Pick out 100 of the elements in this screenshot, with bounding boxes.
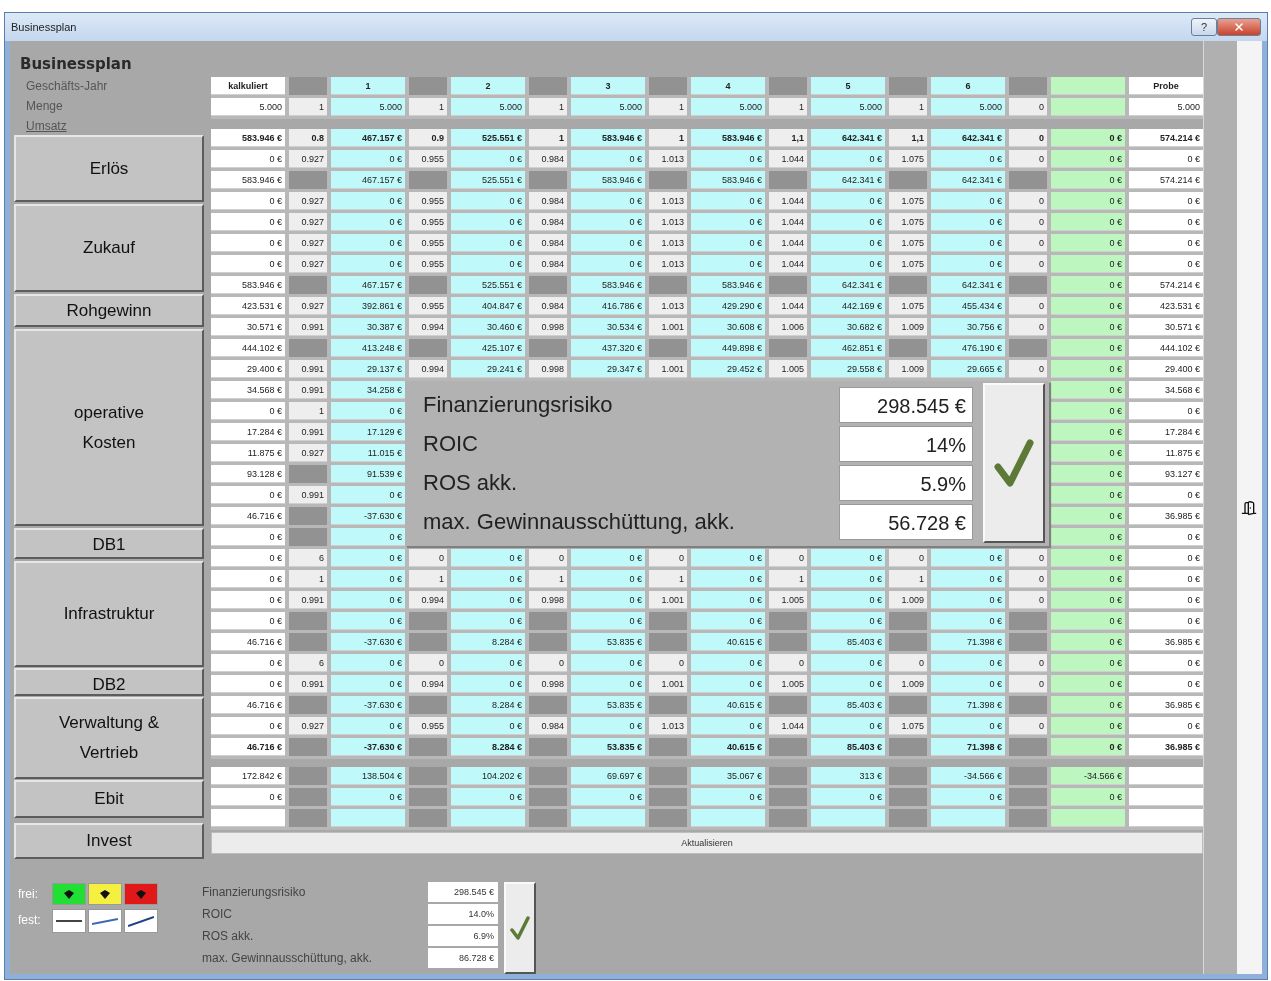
section-button[interactable]: Infrastruktur — [14, 561, 204, 667]
confirm-button[interactable] — [504, 882, 536, 974]
empty-cell — [769, 276, 807, 294]
section-button[interactable]: operative Kosten — [14, 329, 204, 526]
value-cell: 392.861 € — [331, 297, 405, 315]
color-button[interactable] — [52, 883, 86, 905]
value-cell: 0 € — [1051, 570, 1125, 588]
value-cell: 525.551 € — [451, 129, 525, 147]
empty-cell — [1009, 339, 1047, 357]
value-cell: 1 — [889, 98, 927, 116]
empty-cell — [889, 788, 927, 806]
value-cell: 423.531 € — [1129, 297, 1203, 315]
value-cell: 0 € — [691, 788, 765, 806]
value-cell: 413.248 € — [331, 339, 405, 357]
value-cell: 53.835 € — [571, 696, 645, 714]
door-icon[interactable] — [1241, 499, 1258, 516]
section-button[interactable]: Rohgewinn — [14, 294, 204, 327]
value-cell: 642.341 € — [931, 129, 1005, 147]
value-cell: 0 € — [811, 234, 885, 252]
metric-label: ROIC — [202, 906, 233, 923]
value-cell: 30.682 € — [811, 318, 885, 336]
value-cell: 0 — [649, 654, 687, 672]
flat-line-icon — [56, 920, 82, 922]
value-cell: 0 — [1009, 255, 1047, 273]
color-button[interactable] — [88, 883, 122, 905]
empty-cell — [769, 339, 807, 357]
value-cell: 416.786 € — [571, 297, 645, 315]
value-cell: 0 € — [331, 591, 405, 609]
value-cell: 583.946 € — [211, 276, 285, 294]
value-cell: 40.615 € — [691, 738, 765, 756]
value-cell: 1.009 — [889, 360, 927, 378]
value-cell: 71.398 € — [931, 633, 1005, 651]
value-cell: 467.157 € — [331, 129, 405, 147]
close-icon — [1233, 21, 1245, 33]
section-button[interactable]: DB1 — [14, 528, 204, 559]
value-cell: 0 € — [691, 255, 765, 273]
value-cell: 17.129 € — [331, 423, 405, 441]
value-cell: 0 € — [211, 675, 285, 693]
empty-cell — [649, 767, 687, 785]
value-cell: 0 € — [931, 234, 1005, 252]
value-cell: 1 — [289, 98, 327, 116]
column-header: 1 — [331, 77, 405, 95]
column-header: 2 — [451, 77, 525, 95]
empty-cell — [889, 77, 927, 95]
value-cell: 0 € — [1129, 675, 1203, 693]
empty-cell — [1009, 633, 1047, 651]
section-button[interactable]: DB2 — [14, 668, 204, 696]
value-cell: 0.927 — [289, 234, 327, 252]
value-cell: 1.044 — [769, 717, 807, 735]
empty-cell — [289, 276, 327, 294]
value-cell: 0.994 — [409, 675, 447, 693]
value-cell: 0 € — [931, 213, 1005, 231]
section-button[interactable]: Invest — [14, 823, 204, 859]
value-cell: 1.075 — [889, 213, 927, 231]
empty-cell — [529, 276, 567, 294]
value-cell: 5.000 — [1129, 98, 1203, 116]
value-cell: 30.571 € — [211, 318, 285, 336]
help-button[interactable]: ? — [1191, 18, 1217, 36]
line-style-button[interactable] — [52, 909, 86, 933]
value-cell: 29.400 € — [211, 360, 285, 378]
value-cell: 1.005 — [769, 675, 807, 693]
value-cell: 71.398 € — [931, 696, 1005, 714]
section-button[interactable]: Verwaltung & Vertrieb — [14, 697, 204, 779]
value-cell: 0 € — [211, 213, 285, 231]
value-cell: 0 € — [1129, 150, 1203, 168]
empty-cell — [769, 809, 807, 827]
value-cell: 423.531 € — [211, 297, 285, 315]
line-style-button[interactable] — [124, 909, 158, 933]
value-cell: 0 € — [1051, 402, 1125, 420]
value-cell: 11.875 € — [211, 444, 285, 462]
empty-cell — [409, 612, 447, 630]
section-button[interactable]: Ebit — [14, 780, 204, 818]
value-cell: 91.539 € — [331, 465, 405, 483]
value-cell: 5.000 — [331, 98, 405, 116]
line-style-button[interactable] — [88, 909, 122, 933]
value-cell: -34.566 € — [931, 767, 1005, 785]
value-cell: 0 — [769, 549, 807, 567]
value-cell: 0 — [1009, 675, 1047, 693]
confirm-button[interactable] — [983, 383, 1045, 543]
value-cell: 0 € — [451, 591, 525, 609]
column-header: Probe — [1129, 77, 1203, 95]
value-cell: 0 € — [1129, 570, 1203, 588]
value-cell: 0 € — [451, 612, 525, 630]
section-button[interactable]: Erlös — [14, 135, 204, 202]
value-cell: 0 € — [571, 192, 645, 210]
value-cell: 0.998 — [529, 675, 567, 693]
color-button[interactable] — [124, 883, 158, 905]
value-cell: 0 — [1009, 654, 1047, 672]
close-button[interactable] — [1217, 18, 1261, 36]
empty-cell — [649, 633, 687, 651]
value-cell: 11.875 € — [1129, 444, 1203, 462]
section-button[interactable]: Zukauf — [14, 204, 204, 292]
value-cell: 0.984 — [529, 717, 567, 735]
update-button[interactable]: Aktualisieren — [211, 832, 1203, 854]
value-cell: 36.985 € — [1129, 696, 1203, 714]
metric-label: max. Gewinnausschüttung, akk. — [423, 508, 736, 536]
value-cell: 0 € — [1051, 549, 1125, 567]
value-cell: 0 € — [811, 612, 885, 630]
value-cell: 1.013 — [649, 234, 687, 252]
empty-cell — [409, 276, 447, 294]
